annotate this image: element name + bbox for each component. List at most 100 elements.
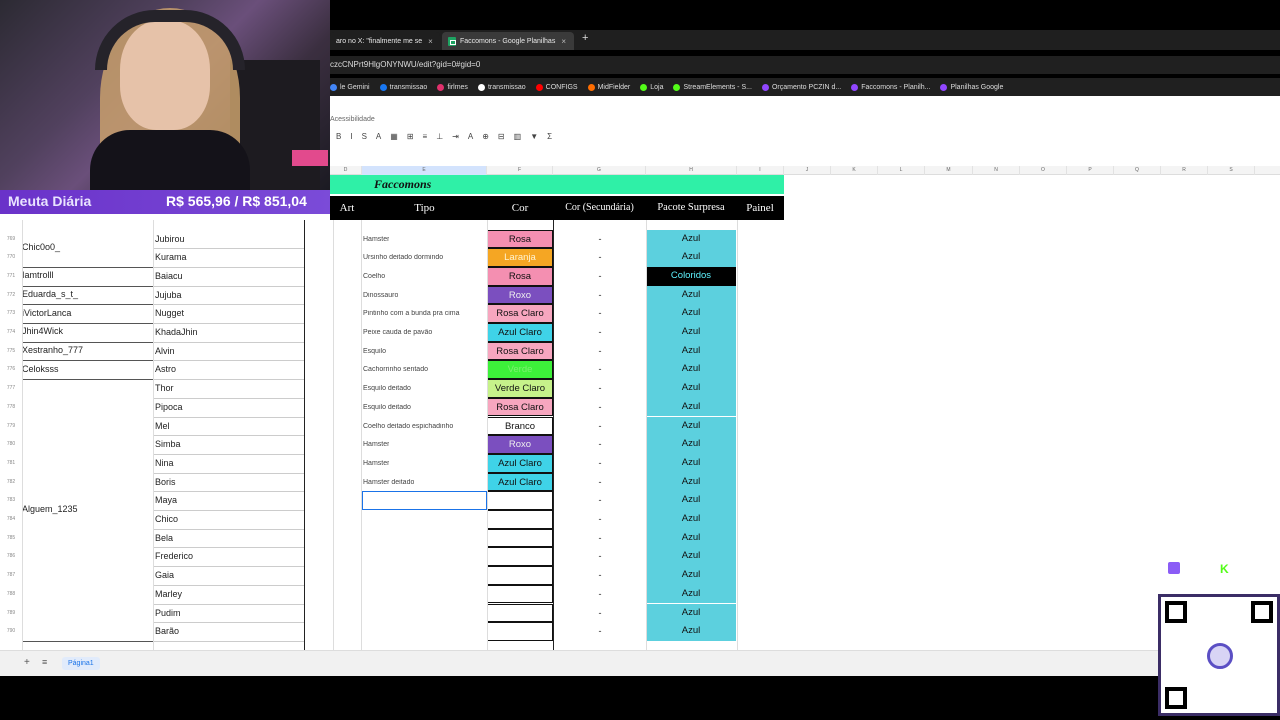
cell-cor-secundaria[interactable]: - — [560, 439, 640, 449]
cell-cor-secundaria[interactable]: - — [560, 290, 640, 300]
column-header[interactable]: I — [737, 166, 784, 175]
cell-nome[interactable]: Jujuba — [155, 290, 182, 300]
close-icon[interactable]: × — [428, 37, 433, 46]
cell-owner[interactable]: iVictorLanca — [22, 307, 72, 318]
cell-pacote[interactable]: Azul — [646, 379, 736, 398]
cell-tipo[interactable]: Ursinho deitado dormindo — [363, 254, 443, 261]
cell-cor[interactable]: Azul Claro — [487, 323, 553, 342]
column-header[interactable]: F — [487, 166, 553, 175]
toolbar-button[interactable]: ⊕ — [482, 132, 489, 141]
cell-tipo[interactable]: Cachorrinho sentado — [363, 366, 428, 373]
cell-nome[interactable]: Nugget — [155, 308, 184, 318]
cell-pacote[interactable]: Azul — [646, 341, 736, 361]
cell-cor-secundaria[interactable]: - — [560, 327, 640, 337]
cell-cor-secundaria[interactable]: - — [560, 364, 640, 374]
row-number[interactable]: 769 — [0, 236, 22, 242]
cell-nome[interactable]: Frederico — [155, 551, 193, 561]
address-bar[interactable]: czcCNPrt9HlgONYNWU/edit?gid=0#gid=0 — [330, 56, 1280, 74]
column-header[interactable]: M — [925, 166, 973, 175]
cell-cor[interactable]: Verde Claro — [487, 379, 553, 398]
row-number[interactable]: 777 — [0, 385, 22, 391]
cell-tipo[interactable]: Hamster — [363, 441, 389, 448]
toolbar-button[interactable]: A — [468, 132, 473, 141]
cell-owner[interactable]: Iamtrolll — [22, 270, 54, 281]
row-number[interactable]: 772 — [0, 292, 22, 298]
bookmark-item[interactable]: Planilhas Google — [940, 83, 1003, 91]
cell-pacote[interactable]: Azul — [646, 547, 736, 567]
cell-pacote[interactable]: Azul — [646, 566, 736, 585]
cell-cor[interactable]: Roxo — [487, 435, 553, 454]
cell-nome[interactable]: Gaia — [155, 570, 174, 580]
cell-pacote[interactable]: Azul — [646, 248, 736, 267]
cell-cor-secundaria[interactable]: - — [560, 533, 640, 543]
row-number[interactable]: 776 — [0, 366, 22, 372]
cell-cor[interactable]: Laranja — [487, 248, 553, 267]
row-number[interactable]: 778 — [0, 404, 22, 410]
cell-pacote[interactable]: Azul — [646, 472, 736, 492]
cell-pacote[interactable]: Azul — [646, 622, 736, 641]
cell-tipo[interactable]: Coelho deitado espichadinho — [363, 423, 453, 430]
cell-pacote[interactable]: Azul — [646, 323, 736, 342]
cell-tipo[interactable]: Esquilo deitado — [363, 404, 411, 411]
cell-cor[interactable]: Rosa — [487, 229, 553, 249]
column-header[interactable]: G — [553, 166, 646, 175]
bookmark-item[interactable]: transmissao — [477, 83, 526, 91]
cell-tipo[interactable]: Hamster deitado — [363, 479, 414, 486]
spreadsheet-grid[interactable]: Faccomons Foto Art Tipo Cor Cor (Secundá… — [0, 175, 1280, 650]
cell-cor-secundaria[interactable]: - — [560, 570, 640, 580]
column-header[interactable]: S — [1208, 166, 1255, 175]
sheet-tab-pagina1[interactable]: Página1 — [62, 657, 100, 670]
cell-tipo[interactable]: Peixe cauda de pavão — [363, 329, 432, 336]
cell-tipo[interactable]: Coelho — [363, 273, 385, 280]
cell-cor[interactable]: Azul Claro — [487, 472, 553, 492]
bookmark-item[interactable]: firlmes — [437, 83, 468, 91]
cell-nome[interactable]: KhadaJhin — [155, 327, 198, 337]
accessibility-menu[interactable]: Acessibilidade — [330, 116, 375, 123]
row-number[interactable]: 790 — [0, 628, 22, 634]
cell-cor-secundaria[interactable]: - — [560, 589, 640, 599]
cell-pacote[interactable]: Azul — [646, 491, 736, 510]
row-number[interactable]: 787 — [0, 572, 22, 578]
cell-nome[interactable]: Astro — [155, 364, 176, 374]
row-number[interactable]: 779 — [0, 423, 22, 429]
toolbar-button[interactable]: ▥ — [514, 132, 522, 141]
column-header[interactable]: Q — [1114, 166, 1161, 175]
cell-cor-secundaria[interactable]: - — [560, 252, 640, 262]
column-header[interactable]: O — [1020, 166, 1067, 175]
bookmark-item[interactable]: CONFIGS — [535, 83, 578, 91]
row-number[interactable]: 773 — [0, 310, 22, 316]
cell-cor-secundaria[interactable]: - — [560, 346, 640, 356]
toolbar-button[interactable]: A — [376, 132, 381, 141]
cell-tipo[interactable]: Esquilo deitado — [363, 385, 411, 392]
bookmark-item[interactable]: MidFielder — [587, 83, 630, 91]
cell-cor[interactable] — [487, 566, 553, 585]
cell-owner[interactable]: Chic0o0_ — [22, 242, 61, 253]
cell-cor[interactable] — [487, 528, 553, 548]
cell-cor[interactable]: Branco — [487, 416, 553, 436]
cell-cor-secundaria[interactable]: - — [560, 551, 640, 561]
cell-owner[interactable]: Xestranho_777 — [22, 345, 84, 356]
cell-tipo[interactable]: Pintinho com a bunda pra cima — [363, 310, 460, 317]
toolbar-button[interactable]: S — [362, 132, 367, 141]
row-number[interactable]: 780 — [0, 441, 22, 447]
cell-tipo[interactable]: Hamster — [363, 460, 389, 467]
toolbar-button[interactable]: I — [350, 132, 352, 141]
cell-pacote[interactable]: Coloridos — [646, 266, 736, 286]
column-header[interactable]: J — [784, 166, 831, 175]
cell-pacote[interactable]: Azul — [646, 435, 736, 454]
cell-cor-secundaria[interactable]: - — [560, 402, 640, 412]
cell-pacote[interactable]: Azul — [646, 453, 736, 473]
toolbar-button[interactable]: B — [336, 132, 341, 141]
row-number[interactable]: 788 — [0, 591, 22, 597]
cell-pacote[interactable]: Azul — [646, 416, 736, 436]
cell-owner[interactable]: Eduarda_s_t_ — [22, 288, 79, 299]
row-number[interactable]: 789 — [0, 610, 22, 616]
row-number[interactable]: 786 — [0, 553, 22, 559]
browser-tab-faccomons[interactable]: Faccomons - Google Planilhas × — [442, 32, 574, 50]
bookmark-item[interactable]: Orçamento PCZIN d... — [761, 83, 841, 91]
column-header[interactable]: N — [973, 166, 1020, 175]
cell-nome[interactable]: Maya — [155, 495, 177, 505]
cell-cor-secundaria[interactable]: - — [560, 234, 640, 244]
column-header[interactable]: E — [362, 166, 487, 175]
toolbar-button[interactable]: ⇥ — [452, 132, 459, 141]
